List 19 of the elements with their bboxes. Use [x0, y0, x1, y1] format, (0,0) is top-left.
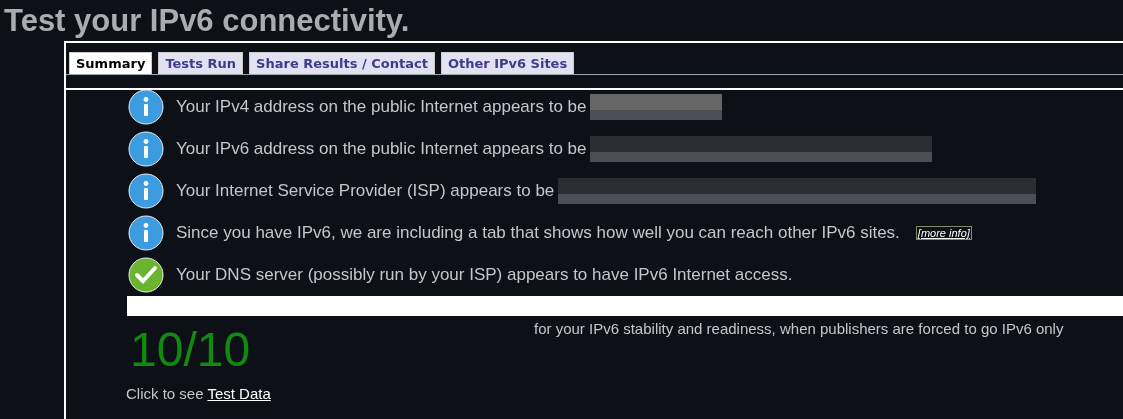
test-data-link[interactable]: Test Data: [207, 385, 271, 402]
score-description: for your IPv6 stability and readiness, when publishers are forced to go IPv6 only: [534, 319, 1064, 339]
page-title: Test your IPv6 connectivity.: [3, 2, 411, 38]
tab[interactable]: Other IPv6 Sites: [440, 52, 575, 74]
info-icon: [128, 215, 164, 251]
more-info-link[interactable]: [more info]: [915, 226, 972, 240]
footer-text: Click to see Test Data: [126, 385, 271, 402]
result-message: Your Internet Service Provider (ISP) appears to be: [176, 181, 555, 201]
result-message: Your IPv6 address on the public Internet appears to be: [176, 139, 587, 159]
tab[interactable]: Summary: [69, 52, 153, 74]
info-icon: [128, 173, 164, 209]
info-icon: [128, 131, 164, 167]
result-message: Your DNS server (possibly run by your ISP) appears to have IPv6 Internet access.: [176, 265, 793, 285]
result-message: Since you have IPv6, we are including a tab that shows how well you can reach other IPv6 sites.: [176, 223, 900, 243]
result-message: Your IPv4 address on the public Internet appears to be: [176, 97, 587, 117]
tab[interactable]: Tests Run: [158, 52, 244, 74]
tab[interactable]: Share Results / Contact: [249, 52, 435, 74]
score-value: 10/10: [130, 322, 252, 377]
checkmark-icon: [128, 257, 164, 293]
